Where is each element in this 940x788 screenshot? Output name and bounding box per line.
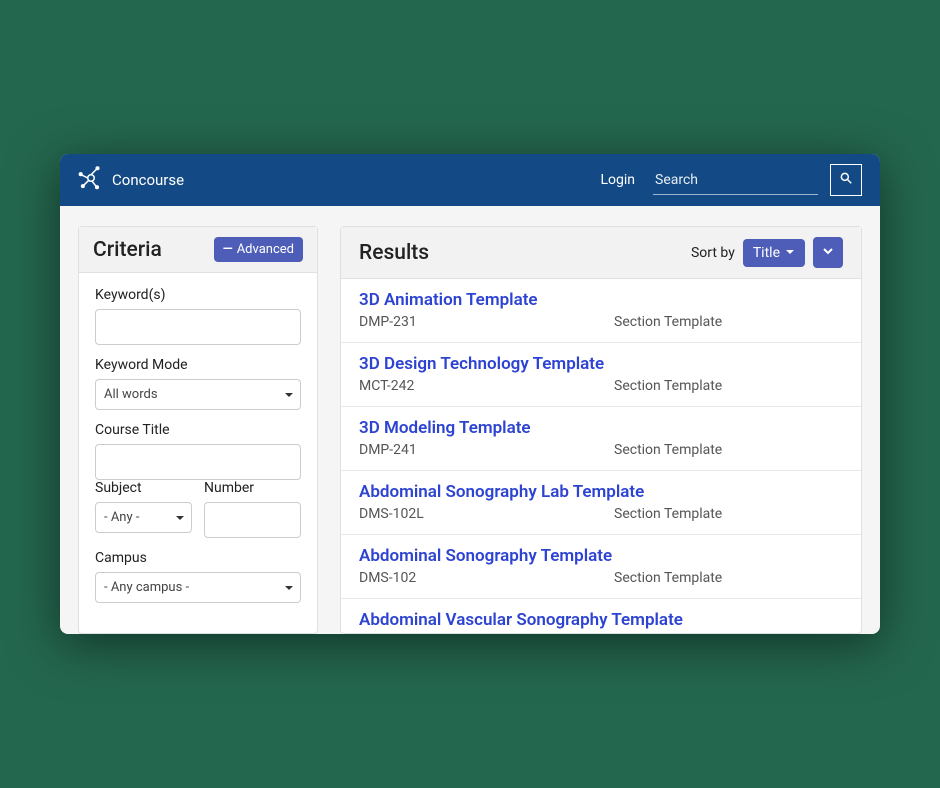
keyword-mode-select[interactable]: All words: [95, 379, 301, 410]
results-list: 3D Animation TemplateDMP-231Section Temp…: [341, 279, 861, 633]
section-type: Section Template: [614, 506, 722, 522]
search-icon: [839, 171, 853, 189]
keywords-label: Keyword(s): [95, 287, 301, 303]
course-code: DMS-102: [359, 570, 614, 586]
app-window: Concourse Login Criteria — Advanced Keyw…: [60, 154, 880, 634]
result-title-link[interactable]: Abdominal Vascular Sonography Template: [359, 610, 843, 630]
campus-label: Campus: [95, 550, 301, 566]
result-title-link[interactable]: Abdominal Sonography Lab Template: [359, 482, 843, 502]
result-meta: DMS-102LSection Template: [359, 506, 843, 522]
chevron-down-icon: [823, 245, 833, 260]
result-item: Abdominal Sonography Template DMS-102Sect…: [341, 535, 861, 599]
result-title-link[interactable]: 3D Modeling Template: [359, 418, 843, 438]
sort-by-label: Sort by: [691, 245, 735, 261]
login-link[interactable]: Login: [600, 172, 635, 188]
result-meta: DMP-231Section Template: [359, 314, 843, 330]
result-title-link[interactable]: Abdominal Sonography Template: [359, 546, 843, 566]
course-code: DMP-231: [359, 314, 614, 330]
section-type: Section Template: [614, 378, 722, 394]
course-code: DMS-102L: [359, 506, 614, 522]
results-title: Results: [359, 241, 429, 265]
sort-area: Sort by Title: [691, 237, 843, 268]
course-code: MCT-242: [359, 378, 614, 394]
content: Criteria — Advanced Keyword(s) Keyword M…: [60, 206, 880, 634]
course-title-label: Course Title: [95, 422, 301, 438]
keywords-input[interactable]: [95, 309, 301, 345]
keyword-mode-label: Keyword Mode: [95, 357, 301, 373]
sort-value: Title: [753, 245, 780, 261]
subject-select[interactable]: - Any -: [95, 502, 192, 533]
logo-icon: [78, 165, 104, 195]
result-item: 3D Design Technology Template MCT-242Sect…: [341, 343, 861, 407]
number-input[interactable]: [204, 502, 301, 538]
caret-down-icon: [785, 245, 795, 261]
minus-icon: —: [223, 242, 233, 257]
campus-select[interactable]: - Any campus -: [95, 572, 301, 603]
criteria-title: Criteria: [93, 238, 162, 262]
sort-direction-button[interactable]: [813, 237, 843, 268]
result-meta: DMS-102Section Template: [359, 570, 843, 586]
advanced-toggle-button[interactable]: — Advanced: [214, 237, 303, 262]
result-item: Abdominal Vascular Sonography Template: [341, 599, 861, 633]
criteria-header: Criteria — Advanced: [79, 227, 317, 273]
result-title-link[interactable]: 3D Design Technology Template: [359, 354, 843, 374]
sort-dropdown-button[interactable]: Title: [743, 239, 805, 267]
result-title-link[interactable]: 3D Animation Template: [359, 290, 843, 310]
results-header: Results Sort by Title: [341, 227, 861, 279]
course-code: DMP-241: [359, 442, 614, 458]
course-title-input[interactable]: [95, 444, 301, 480]
section-type: Section Template: [614, 442, 722, 458]
header: Concourse Login: [60, 154, 880, 206]
advanced-label: Advanced: [237, 242, 294, 257]
logo: Concourse: [78, 165, 184, 195]
criteria-body: Keyword(s) Keyword Mode All words Course…: [79, 273, 317, 617]
subject-label: Subject: [95, 480, 192, 496]
section-type: Section Template: [614, 570, 722, 586]
result-item: 3D Animation Template DMP-231Section Temp…: [341, 279, 861, 343]
results-panel: Results Sort by Title: [340, 226, 862, 634]
section-type: Section Template: [614, 314, 722, 330]
app-title: Concourse: [112, 171, 184, 189]
search-button[interactable]: [830, 164, 862, 196]
result-item: Abdominal Sonography Lab Template DMS-102…: [341, 471, 861, 535]
search-input[interactable]: [653, 166, 818, 195]
criteria-panel: Criteria — Advanced Keyword(s) Keyword M…: [78, 226, 318, 634]
result-meta: MCT-242Section Template: [359, 378, 843, 394]
result-item: 3D Modeling Template DMP-241Section Templ…: [341, 407, 861, 471]
result-meta: DMP-241Section Template: [359, 442, 843, 458]
number-label: Number: [204, 480, 301, 496]
